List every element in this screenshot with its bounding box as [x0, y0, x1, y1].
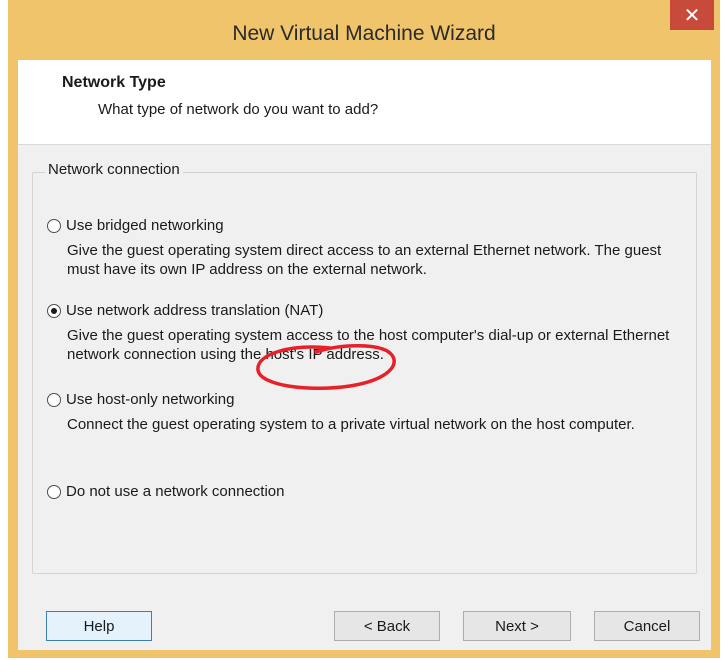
radio-host-only-networking[interactable]: Use host-only networking	[47, 391, 234, 408]
close-button[interactable]: ✕	[670, 0, 714, 30]
radio-button[interactable]	[47, 218, 61, 233]
option-label: Use bridged networking	[66, 217, 224, 234]
next-button[interactable]: Next >	[463, 611, 571, 641]
wizard-footer: Help < Back Next > Cancel	[18, 596, 711, 650]
page-title: Network Type	[62, 74, 166, 91]
option-label: Use host-only networking	[66, 391, 235, 408]
group-legend: Network connection	[45, 161, 183, 178]
title-bar[interactable]: New Virtual Machine Wizard ✕	[8, 0, 720, 60]
radio-bridged-networking[interactable]: Use bridged networking	[47, 217, 224, 234]
window-title: New Virtual Machine Wizard	[232, 22, 496, 45]
wizard-window: New Virtual Machine Wizard ✕ Network Typ…	[8, 0, 720, 658]
close-icon: ✕	[683, 4, 701, 27]
radio-button[interactable]	[47, 484, 61, 499]
back-button[interactable]: < Back	[334, 611, 440, 641]
wizard-client-area: Network Type What type of network do you…	[18, 60, 711, 650]
network-connection-group: Network connection Use bridged networkin…	[32, 161, 697, 574]
page-subtitle: What type of network do you want to add?	[98, 101, 379, 118]
radio-no-network-connection[interactable]: Do not use a network connection	[47, 483, 284, 500]
option-label: Use network address translation (NAT)	[66, 302, 324, 319]
wizard-header: Network Type What type of network do you…	[18, 60, 711, 145]
cancel-button[interactable]: Cancel	[594, 611, 700, 641]
radio-button[interactable]	[47, 392, 61, 407]
radio-button-selected[interactable]	[47, 303, 61, 318]
radio-nat[interactable]: Use network address translation (NAT)	[47, 302, 323, 319]
option-description: Give the guest operating system direct a…	[67, 242, 662, 278]
option-description: Give the guest operating system access t…	[67, 327, 670, 363]
option-label: Do not use a network connection	[66, 483, 285, 500]
option-description: Connect the guest operating system to a …	[67, 416, 635, 433]
help-button[interactable]: Help	[46, 611, 152, 641]
